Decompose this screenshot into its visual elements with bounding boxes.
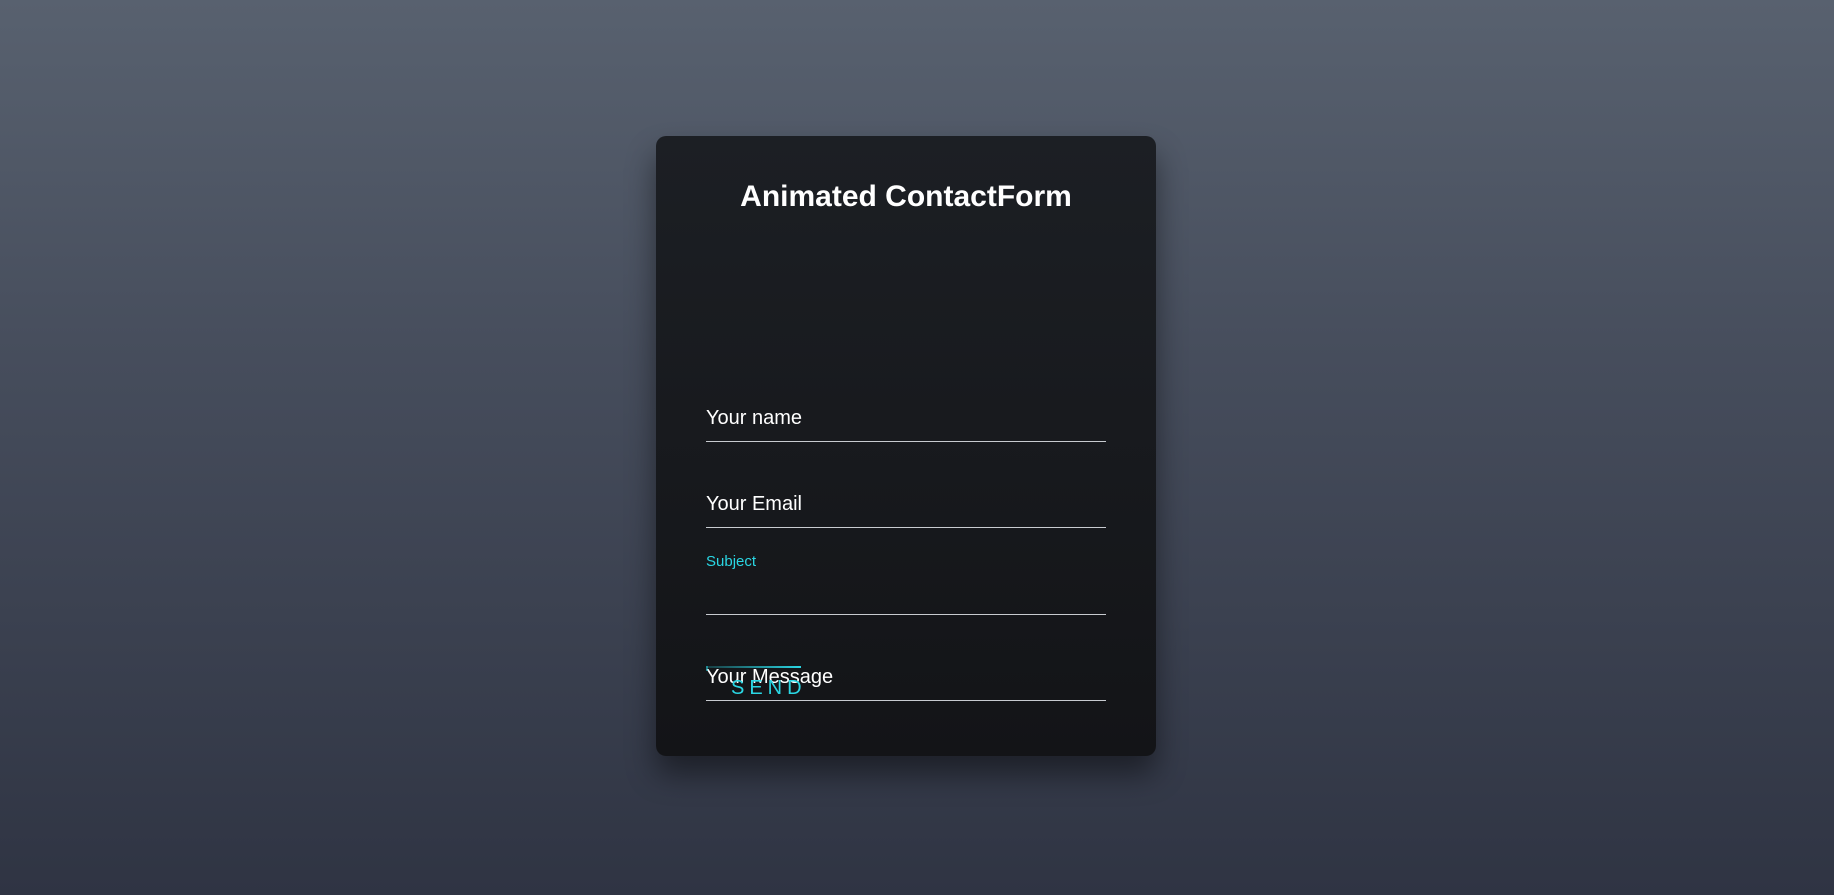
- subject-field-group: Subject: [706, 553, 1106, 615]
- send-button-border-corner: [706, 666, 708, 671]
- subject-field-label: Subject: [706, 553, 757, 570]
- subject-field[interactable]: [706, 581, 1106, 615]
- name-field[interactable]: [706, 408, 1106, 442]
- send-button-label: SEND: [731, 677, 807, 699]
- send-button[interactable]: SEND: [706, 652, 816, 698]
- email-field-group: Your Email: [706, 468, 1106, 528]
- form-title: Animated ContactForm: [740, 180, 1072, 213]
- email-field[interactable]: [706, 494, 1106, 528]
- contact-form-card: Animated ContactForm Your name Your Emai…: [656, 136, 1156, 756]
- name-field-group: Your name: [706, 382, 1106, 442]
- send-button-border-animation: [706, 666, 801, 668]
